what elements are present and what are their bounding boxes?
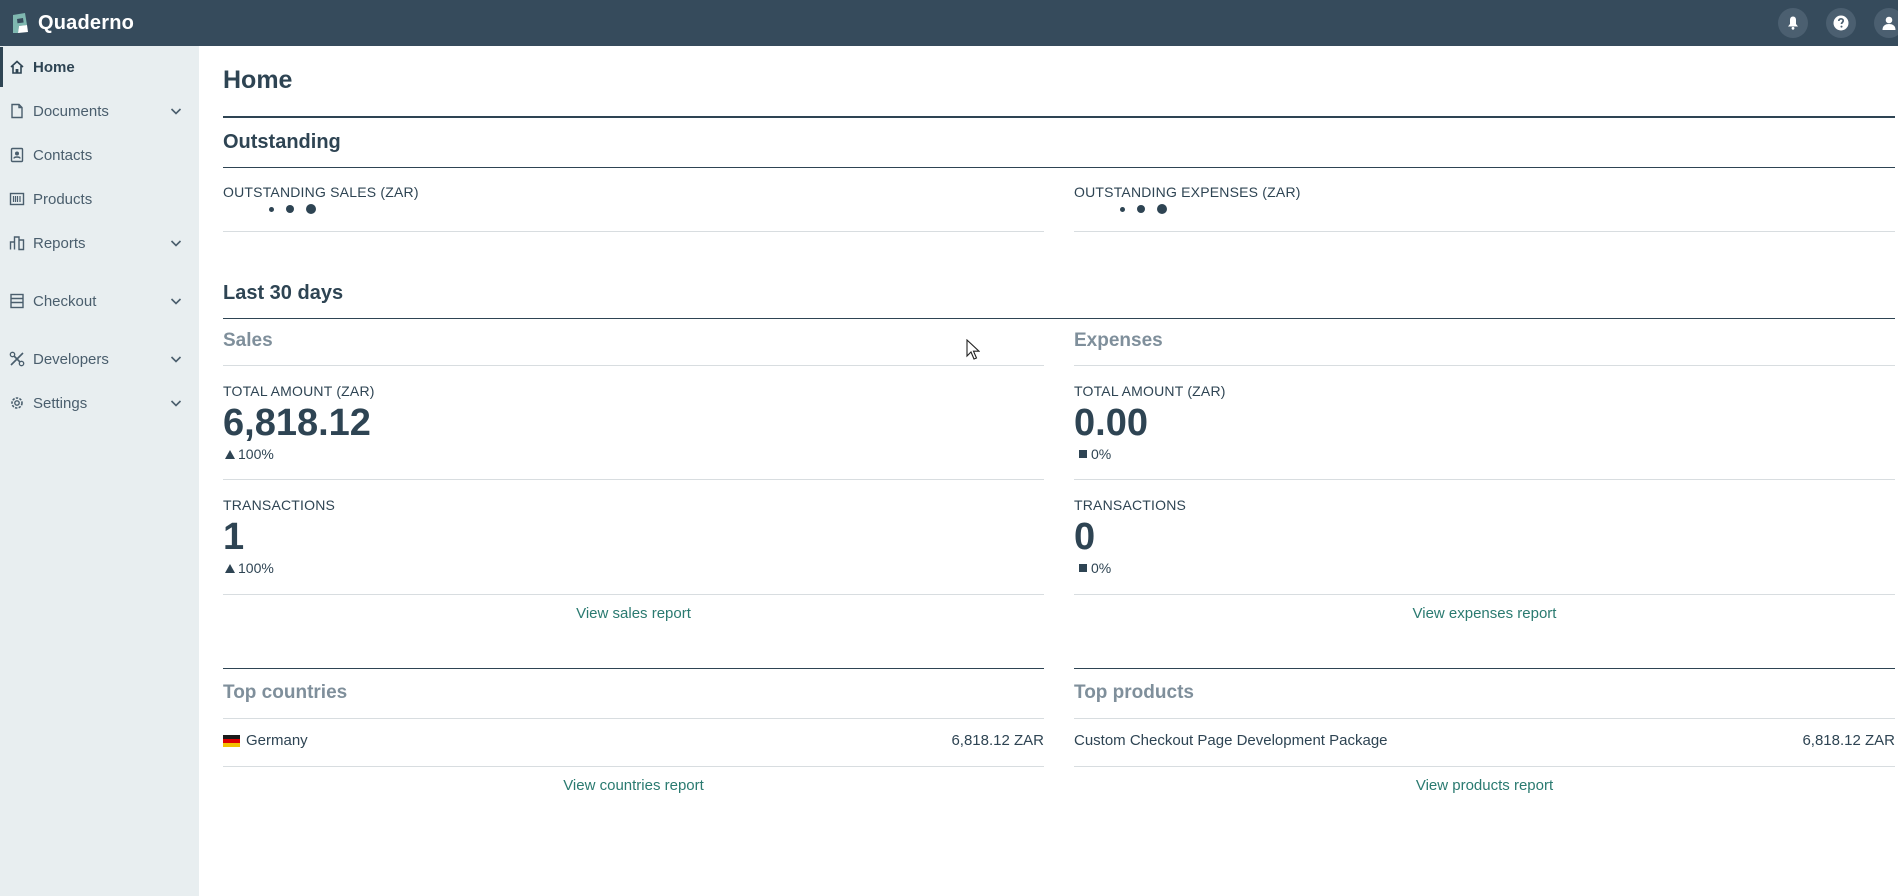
divider [1074,718,1895,719]
sidebar-item-products[interactable]: Products [0,179,199,219]
expenses-total-label: TOTAL AMOUNT (ZAR) [1074,383,1226,399]
view-sales-report-link[interactable]: View sales report [223,605,1044,622]
divider [223,718,1044,719]
chevron-down-icon [170,240,182,247]
sidebar-item-label: Documents [33,102,109,120]
last-30-days-title: Last 30 days [223,282,344,304]
divider [1074,594,1895,595]
sidebar-item-label: Developers [33,350,109,368]
outstanding-sales-label: OUTSTANDING SALES (ZAR) [223,184,419,200]
notifications-button[interactable] [1778,8,1808,38]
product-amount: 6,818.12 ZAR [1802,732,1895,749]
view-expenses-report-link[interactable]: View expenses report [1074,605,1895,622]
sidebar-item-documents[interactable]: Documents [0,91,199,131]
sales-title: Sales [223,330,273,351]
sidebar-item-label: Reports [33,234,86,252]
sidebar-item-label: Home [33,58,75,76]
top-bar: Quaderno [0,0,1898,46]
chevron-down-icon [170,108,182,115]
document-icon [8,102,26,120]
country-amount: 6,818.12 ZAR [951,732,1044,749]
sidebar-item-settings[interactable]: Settings [0,383,199,423]
sidebar-item-reports[interactable]: Reports [0,223,199,263]
divider [1074,231,1895,232]
account-button[interactable] [1874,8,1898,38]
expenses-transactions-delta: 0% [1074,560,1111,576]
sidebar-item-contacts[interactable]: Contacts [0,135,199,175]
sales-total-value: 6,818.12 [223,402,371,444]
checkout-icon [8,292,26,310]
expenses-transactions-delta-value: 0% [1091,560,1112,576]
sidebar-item-label: Settings [33,394,88,412]
sales-total-delta-value: 100% [238,446,274,462]
view-products-report-link[interactable]: View products report [1074,777,1895,794]
chevron-down-icon [170,356,182,363]
divider [223,318,1895,319]
sales-transactions-label: TRANSACTIONS [223,497,336,513]
divider [223,167,1895,168]
country-name: Germany [246,732,308,749]
help-icon [1833,15,1849,31]
chevron-down-icon [170,298,182,305]
home-icon [8,58,26,76]
user-icon [1882,16,1896,30]
top-countries-title: Top countries [223,682,348,703]
outstanding-expenses-loading [1120,204,1179,214]
divider [1074,766,1895,767]
reports-icon [8,234,26,252]
outstanding-expenses-label: OUTSTANDING EXPENSES (ZAR) [1074,184,1301,200]
trend-up-icon [225,449,235,459]
divider [223,365,1044,366]
divider [1074,479,1895,480]
sidebar-item-developers[interactable]: Developers [0,339,199,379]
bell-icon [1788,16,1798,30]
product-name: Custom Checkout Page Development Package [1074,732,1388,749]
sidebar: Home Documents Contacts Products Reports… [0,46,199,896]
page-title: Home [223,66,293,94]
trend-up-icon [225,563,235,573]
top-actions [1778,0,1898,46]
sales-total-delta: 100% [225,446,274,462]
sidebar-item-checkout[interactable]: Checkout [0,281,199,321]
divider [223,594,1044,595]
sales-transactions-delta: 100% [225,560,274,576]
expenses-total-value: 0.00 [1074,402,1148,444]
divider [223,668,1044,669]
gear-icon [8,394,26,412]
trend-flat-icon [1079,564,1087,572]
outstanding-title: Outstanding [223,131,341,153]
top-products-title: Top products [1074,682,1194,703]
expenses-title: Expenses [1074,330,1163,351]
view-countries-report-link[interactable]: View countries report [223,777,1044,794]
divider [223,479,1044,480]
divider [223,116,1895,118]
brand-name: Quaderno [38,11,135,34]
divider [1074,668,1895,669]
sidebar-item-label: Contacts [33,146,93,164]
sales-transactions-value: 1 [223,516,245,558]
sales-total-label: TOTAL AMOUNT (ZAR) [223,383,375,399]
germany-flag-icon [223,735,240,747]
divider [223,231,1044,232]
divider [1074,365,1895,366]
trend-flat-icon [1079,450,1087,458]
expenses-transactions-label: TRANSACTIONS [1074,497,1187,513]
chevron-down-icon [170,400,182,407]
sidebar-item-label: Products [33,190,93,208]
expenses-total-delta: 0% [1074,446,1111,462]
tools-icon [8,350,26,368]
help-button[interactable] [1826,8,1856,38]
sales-transactions-delta-value: 100% [238,560,274,576]
barcode-icon [8,190,26,208]
divider [223,766,1044,767]
expenses-total-delta-value: 0% [1091,446,1112,462]
brand[interactable]: Quaderno [10,12,134,35]
outstanding-sales-loading [269,204,328,214]
mouse-cursor-icon [966,339,980,360]
contacts-icon [8,146,26,164]
sidebar-item-label: Checkout [33,292,97,310]
quaderno-logo-icon [13,13,28,33]
sidebar-item-home[interactable]: Home [0,47,199,87]
expenses-transactions-value: 0 [1074,516,1096,558]
